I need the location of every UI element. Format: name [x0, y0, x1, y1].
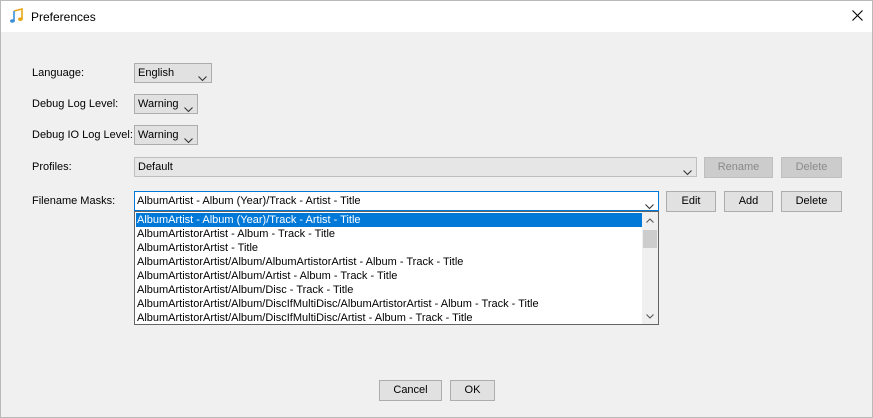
dropdown-option[interactable]: AlbumArtistorArtist - Album - Track - Ti…	[136, 227, 643, 241]
debug-log-level-label: Debug Log Level:	[32, 98, 119, 110]
scroll-up-button[interactable]	[642, 212, 658, 228]
dropdown-option-selected[interactable]: AlbumArtist - Album (Year)/Track - Artis…	[136, 213, 643, 227]
language-label: Language:	[32, 67, 84, 79]
title-bar: Preferences	[1, 1, 872, 32]
preferences-window: Preferences Language: English Debug Log …	[0, 0, 873, 418]
filename-masks-value: AlbumArtist - Album (Year)/Track - Artis…	[137, 195, 361, 207]
rename-profile-button[interactable]: Rename	[704, 157, 773, 178]
scroll-thumb[interactable]	[643, 230, 657, 248]
music-note-icon	[9, 7, 25, 24]
dropdown-option[interactable]: AlbumArtistorArtist - Title	[136, 241, 643, 255]
debug-io-log-level-select[interactable]: Warning	[134, 125, 198, 145]
language-value: English	[138, 67, 175, 79]
close-icon	[851, 9, 863, 24]
dropdown-option[interactable]: AlbumArtistorArtist/Album/DiscIfMultiDis…	[136, 311, 643, 325]
debug-io-log-level-value: Warning	[138, 129, 179, 141]
delete-profile-button[interactable]: Delete	[781, 157, 842, 178]
debug-log-level-value: Warning	[138, 98, 179, 110]
scroll-down-button[interactable]	[642, 308, 658, 324]
close-button[interactable]	[842, 1, 872, 32]
profiles-select[interactable]: Default	[134, 157, 697, 177]
filename-masks-dropdown: AlbumArtist - Album (Year)/Track - Artis…	[134, 211, 659, 325]
filename-masks-label: Filename Masks:	[32, 195, 116, 207]
edit-mask-button[interactable]: Edit	[666, 191, 716, 212]
debug-log-level-select[interactable]: Warning	[134, 94, 198, 114]
chevron-down-icon	[198, 70, 207, 82]
dropdown-option[interactable]: AlbumArtistorArtist/Album/DiscIfMultiDis…	[136, 297, 643, 311]
cancel-button[interactable]: Cancel	[379, 380, 442, 401]
chevron-down-icon	[646, 310, 654, 322]
filename-masks-select[interactable]: AlbumArtist - Album (Year)/Track - Artis…	[134, 191, 659, 211]
chevron-down-icon	[184, 132, 193, 144]
ok-button[interactable]: OK	[450, 380, 495, 401]
profiles-value: Default	[138, 161, 173, 173]
add-mask-button[interactable]: Add	[724, 191, 773, 212]
dropdown-option[interactable]: AlbumArtistorArtist/Album/Disc - Track -…	[136, 283, 643, 297]
chevron-down-icon	[645, 198, 654, 210]
delete-mask-button[interactable]: Delete	[781, 191, 842, 212]
dropdown-list: AlbumArtist - Album (Year)/Track - Artis…	[136, 213, 643, 325]
dropdown-option[interactable]: AlbumArtistorArtist/Album/Artist - Album…	[136, 269, 643, 283]
chevron-down-icon	[683, 164, 692, 176]
debug-io-log-level-label: Debug IO Log Level:	[32, 129, 133, 141]
chevron-down-icon	[184, 101, 193, 113]
language-select[interactable]: English	[134, 63, 212, 83]
window-title: Preferences	[31, 10, 96, 24]
profiles-label: Profiles:	[32, 161, 72, 173]
chevron-up-icon	[646, 214, 654, 226]
dropdown-scrollbar[interactable]	[642, 212, 658, 324]
dropdown-option[interactable]: AlbumArtistorArtist/Album/AlbumArtistorA…	[136, 255, 643, 269]
